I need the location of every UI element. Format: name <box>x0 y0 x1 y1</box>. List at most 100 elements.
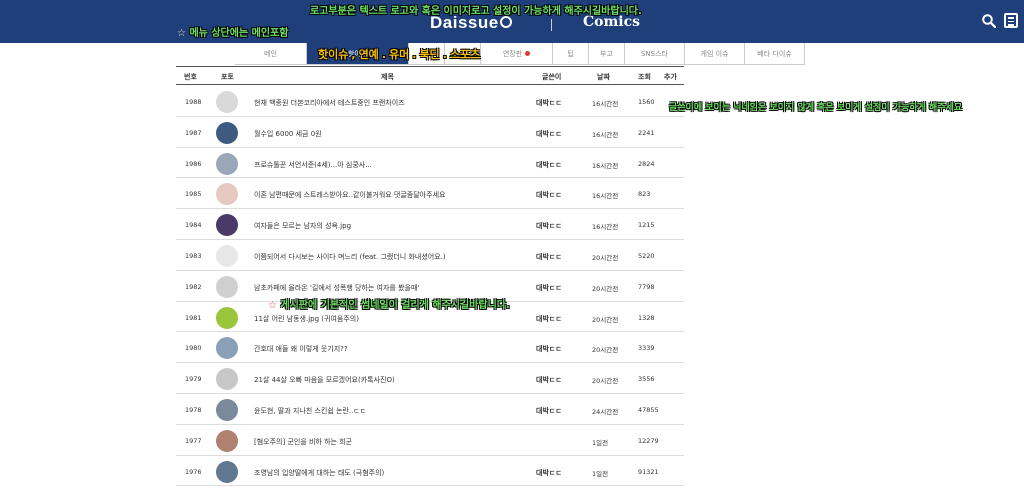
table-row[interactable]: 1984 여자들은 모르는 남자의 성욕.jpg 대박ㄷㄷ 16시간전 1215 <box>176 209 684 240</box>
tab-extended[interactable]: 연장판 <box>481 43 553 65</box>
post-title[interactable]: 월수입 6000 세금 0원 <box>254 129 322 139</box>
post-thumbnail[interactable] <box>216 152 238 175</box>
post-views: 1328 <box>638 313 655 322</box>
table-row[interactable]: 1977 [혐오주의] 군인을 비하 하는 희군 1일전 12279 <box>176 425 684 456</box>
post-number: 1977 <box>185 436 202 445</box>
post-time: 20시간전 <box>592 315 619 324</box>
post-views: 47855 <box>638 405 659 414</box>
post-title[interactable]: 남초카페에 올라온 '길에서 성폭행 당하는 여자를 봤을때' <box>254 283 419 293</box>
post-title[interactable]: 여자들은 모르는 남자의 성욕.jpg <box>254 221 351 231</box>
post-title[interactable]: 프로슈톨꾼 서언서준(4세)...아 심쿵사... <box>254 160 372 170</box>
post-time: 16시간전 <box>592 100 619 108</box>
annotation-menu-text: 메뉴 상단에는 메인포함 <box>189 28 289 39</box>
post-title[interactable]: 조영남의 입양딸에게 대하는 태도 (극혐주의) <box>254 468 384 478</box>
post-author[interactable]: 대박ㄷㄷ <box>536 129 562 139</box>
post-time: 16시간전 <box>592 192 619 201</box>
post-author[interactable]: 대박ㄷㄷ <box>536 252 562 262</box>
post-views: 5220 <box>638 251 655 260</box>
post-author[interactable]: 대박ㄷㄷ <box>536 314 562 324</box>
post-title[interactable]: 이혼 남편때문에 스트레스받아요..같이불거워요 댓글좀달아주세요 <box>254 190 445 200</box>
annotation-thumbnail-text: 게시판에 기본적인 썸네일이 걸리게 해주시길바랍니다. <box>280 300 510 311</box>
post-title[interactable]: 11살 어린 남동생.jpg (귀여움주의) <box>254 314 359 324</box>
table-row[interactable]: 1976 조영남의 입양딸에게 대하는 태도 (극혐주의) 대박ㄷㄷ 1일전 91321 <box>176 456 684 487</box>
post-thumbnail[interactable] <box>216 275 238 298</box>
post-author[interactable]: 대박ㄷㄷ <box>536 160 562 170</box>
post-time: 1일전 <box>592 438 609 447</box>
post-number: 1979 <box>185 375 202 384</box>
post-author[interactable]: 대박ㄷㄷ <box>536 406 562 416</box>
header-views: 조회 <box>638 73 651 81</box>
search-icon[interactable] <box>982 14 996 28</box>
post-title[interactable]: 윤도현, 딸과 지나친 스킨쉽 논란..ㄷㄷ <box>254 406 366 416</box>
annotation-thumbnail-note: ☆ 게시판에 기본적인 썸네일이 걸리게 해주시길바랍니다. <box>268 296 510 311</box>
table-row[interactable]: 1979 21살 44살 오빠 마음을 모르겠어요(카톡사진O) 대박ㄷㄷ 20시간전… <box>176 363 684 394</box>
tab-game-issue[interactable]: 게임 이슈 <box>685 43 745 65</box>
tab-main[interactable]: 메인 <box>235 43 307 65</box>
table-row[interactable]: 1987 월수입 6000 세금 0원 대박ㄷㄷ 16시간전 2241 <box>176 117 684 148</box>
post-thumbnail[interactable] <box>216 214 238 237</box>
post-number: 1988 <box>185 98 202 106</box>
post-author[interactable]: 대박ㄷㄷ <box>536 98 562 108</box>
post-author[interactable]: 대박ㄷㄷ <box>536 468 562 478</box>
table-row[interactable]: 1983 이쯤되어서 다시보는 사이다 며느리 (feat. 그랬더니 화내셨어요… <box>176 240 684 271</box>
post-thumbnail[interactable] <box>216 121 238 144</box>
post-number: 1985 <box>185 190 202 199</box>
tab-sns-star[interactable]: SNS스타 <box>625 43 685 65</box>
table-row[interactable]: 1985 이혼 남편때문에 스트레스받아요..같이불거워요 댓글좀달아주세요 대박ㄷ… <box>176 178 684 210</box>
table-header: 번호 포토 제목 글쓴이 날짜 조회 추가 <box>176 66 684 85</box>
post-author[interactable]: 대박ㄷㄷ <box>536 221 562 231</box>
post-author[interactable]: 대박ㄷㄷ <box>536 344 562 354</box>
post-number: 1978 <box>185 405 202 414</box>
post-thumbnail[interactable] <box>216 91 238 113</box>
hamburger-menu-icon[interactable] <box>1004 13 1018 28</box>
logo-circle-icon <box>499 15 512 28</box>
post-thumbnail[interactable] <box>216 368 238 391</box>
post-time: 16시간전 <box>592 130 619 139</box>
annotation-logo-note: 로고부분은 텍스트 로고와 혹은 이미지로고 설정이 가능하게 해주시길바랍니다… <box>310 6 642 17</box>
post-number: 1980 <box>185 344 202 353</box>
annotation-menu-note: ☆ 메뉴 상단에는 메인포함 <box>177 24 288 39</box>
post-author[interactable]: 대박ㄷㄷ <box>536 375 562 385</box>
post-time: 20시간전 <box>592 377 619 386</box>
post-views: 1560 <box>638 98 655 106</box>
post-title[interactable]: 현재 백종원 더본코리아에서 테스트중인 프랜차이즈 <box>254 98 405 108</box>
post-thumbnail[interactable] <box>216 183 238 206</box>
post-title[interactable]: 간호대 애들 왜 이렇게 웃기지?? <box>254 344 348 354</box>
annotation-tabs-note: 핫이슈, 연예. 유머. 북딘. 스포츠 <box>318 48 481 61</box>
tab-beta[interactable]: 베타 다이슈 <box>745 43 805 65</box>
post-time: 24시간전 <box>592 407 619 416</box>
table-row[interactable]: 1980 간호대 애들 왜 이렇게 웃기지?? 대박ㄷㄷ 20시간전 3339 <box>176 332 684 364</box>
post-views: 2824 <box>638 159 655 168</box>
post-author[interactable]: 대박ㄷㄷ <box>536 190 562 200</box>
annotation-author-note: 글쓴이에 보이는 닉네임은 보이지 않게 혹은 보이게 설정이 가능하게 해주세… <box>669 103 963 113</box>
star-icon: ☆ <box>177 28 186 39</box>
post-time: 16시간전 <box>592 161 619 170</box>
table-row[interactable]: 1988 현재 백종원 더본코리아에서 테스트중인 프랜차이즈 대박ㄷㄷ 16시간전 1… <box>176 86 684 117</box>
post-number: 1982 <box>185 282 202 291</box>
post-views: 91321 <box>638 467 659 476</box>
tab-tip[interactable]: 팁 <box>553 43 589 65</box>
header-divider <box>551 19 552 31</box>
new-dot-icon <box>525 51 531 56</box>
tab-obituary[interactable]: 부고 <box>589 43 625 65</box>
post-thumbnail[interactable] <box>216 398 238 421</box>
post-time: 20시간전 <box>592 346 619 355</box>
header-title: 제목 <box>381 73 394 81</box>
post-thumbnail[interactable] <box>216 306 238 329</box>
post-thumbnail[interactable] <box>216 244 238 267</box>
post-thumbnail[interactable] <box>216 460 238 483</box>
post-author[interactable]: 대박ㄷㄷ <box>536 283 562 293</box>
table-row[interactable]: 1978 윤도현, 딸과 지나친 스킨쉽 논란..ㄷㄷ 대박ㄷㄷ 24시간전 47855 <box>176 394 684 425</box>
header-likes: 추가 <box>664 73 677 81</box>
post-views: 3339 <box>638 344 655 353</box>
header-photo: 포토 <box>221 73 234 81</box>
header-author: 글쓴이 <box>542 73 562 81</box>
post-title[interactable]: 이쯤되어서 다시보는 사이다 며느리 (feat. 그랬더니 화내셨어요.) <box>254 252 446 262</box>
post-thumbnail[interactable] <box>216 337 238 360</box>
post-thumbnail[interactable] <box>216 429 238 452</box>
post-title[interactable]: 21살 44살 오빠 마음을 모르겠어요(카톡사진O) <box>254 375 395 385</box>
table-row[interactable]: 1986 프로슈톨꾼 서언서준(4세)...아 심쿵사... 대박ㄷㄷ 16시간전 28… <box>176 148 684 179</box>
post-time: 1일전 <box>592 469 609 478</box>
post-title[interactable]: [혐오주의] 군인을 비하 하는 희군 <box>254 437 352 447</box>
post-number: 1981 <box>185 313 202 322</box>
